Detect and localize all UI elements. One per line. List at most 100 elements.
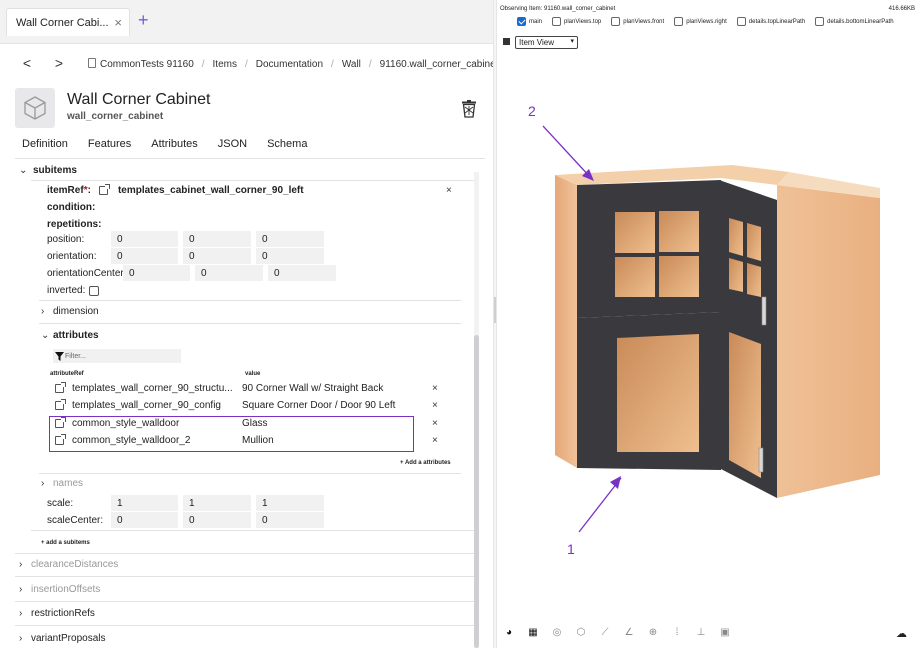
remove-attribute-icon[interactable]: × <box>432 383 438 394</box>
orientation-x-input[interactable]: 0 <box>111 248 178 264</box>
breadcrumb-separator: / <box>244 58 248 70</box>
remove-attribute-icon[interactable]: × <box>432 400 438 411</box>
orientation-z-input[interactable]: 0 <box>256 248 324 264</box>
breadcrumb-separator: / <box>331 58 334 70</box>
breadcrumb-items[interactable]: Items <box>213 59 237 70</box>
glass-pane <box>659 211 699 252</box>
restriction-refs-header[interactable]: › restrictionRefs <box>19 605 95 622</box>
tab-wall-corner-cabinet[interactable]: Wall Corner Cabi... × <box>6 8 130 36</box>
external-link-icon[interactable] <box>55 382 66 393</box>
hierarchy-icon[interactable]: ⊥ <box>695 626 707 638</box>
scale-y-input[interactable]: 1 <box>183 495 251 511</box>
divider <box>15 576 477 577</box>
tab-features[interactable]: Features <box>88 138 131 150</box>
insertion-offsets-label: insertionOffsets <box>31 584 101 595</box>
position-label: position: <box>47 234 85 245</box>
position-z-input[interactable]: 0 <box>256 231 324 247</box>
external-link-icon[interactable] <box>98 184 110 195</box>
trash-icon[interactable] <box>461 100 477 121</box>
inverted-label: inverted: <box>47 285 86 296</box>
glass-pane <box>615 212 655 253</box>
close-icon[interactable]: × <box>114 15 122 30</box>
tab-definition[interactable]: Definition <box>22 138 68 150</box>
position-y-input[interactable]: 0 <box>183 231 251 247</box>
page-subtitle: wall_corner_cabinet <box>67 111 164 122</box>
viewer-toolbar: ◕ ▦ ◎ ⬡ ⟋ ∠ ⊕ ⁞ ⊥ ▣ <box>503 626 731 638</box>
palette-icon[interactable]: ◕ <box>503 626 515 638</box>
breadcrumb-project[interactable]: CommonTests 91160 <box>88 58 194 70</box>
inverted-checkbox[interactable] <box>89 285 100 296</box>
viewer-pane: Observing Item: 91160.wall_corner_cabine… <box>497 0 921 648</box>
splitter-grip[interactable] <box>494 297 496 323</box>
attributes-header[interactable]: ⌄ attributes <box>41 327 99 344</box>
tab-schema[interactable]: Schema <box>267 138 307 150</box>
remove-attribute-icon[interactable]: × <box>432 435 438 446</box>
compass-icon[interactable]: ◎ <box>551 626 563 638</box>
scale-z-input[interactable]: 1 <box>256 495 324 511</box>
divider <box>15 601 477 602</box>
itemref-value[interactable]: templates_cabinet_wall_corner_90_left <box>118 185 304 196</box>
box-icon[interactable]: ⬡ <box>575 626 587 638</box>
divider <box>31 530 477 531</box>
variant-proposals-header[interactable]: › variantProposals <box>19 630 105 647</box>
orientation-center-z-input[interactable]: 0 <box>268 265 336 281</box>
external-link-icon[interactable] <box>55 399 66 410</box>
attribute-row: templates_wall_corner_90_structu... 90 C… <box>55 380 383 397</box>
scale-center-z-input[interactable]: 0 <box>256 512 324 528</box>
attribute-ref[interactable]: templates_wall_corner_90_structu... <box>72 383 242 394</box>
breadcrumb-current[interactable]: 91160.wall_corner_cabinet <box>380 59 493 70</box>
cabinet-render[interactable] <box>497 0 921 648</box>
orientation-y-input[interactable]: 0 <box>183 248 251 264</box>
add-attributes-button[interactable]: + Add a attributes <box>400 454 451 471</box>
chevron-right-icon: › <box>19 633 23 644</box>
dimension-header[interactable]: › dimension <box>41 303 99 320</box>
layers-icon[interactable]: ▣ <box>719 626 731 638</box>
attribute-ref[interactable]: templates_wall_corner_90_config <box>72 400 242 411</box>
add-subitems-button[interactable]: + add a subitems <box>41 534 90 551</box>
divider <box>15 553 477 554</box>
orientation-center-x-input[interactable]: 0 <box>123 265 190 281</box>
position-x-input[interactable]: 0 <box>111 231 178 247</box>
grid-icon[interactable]: ▦ <box>527 626 539 638</box>
scale-center-y-input[interactable]: 0 <box>183 512 251 528</box>
item-cube-icon <box>15 88 55 128</box>
attribute-row: templates_wall_corner_90_config Square C… <box>55 397 395 414</box>
names-header[interactable]: › names <box>41 475 83 492</box>
angle-icon[interactable]: ∠ <box>623 626 635 638</box>
back-icon[interactable]: < <box>18 54 36 72</box>
add-tab-icon[interactable]: + <box>138 10 149 30</box>
nav-row: < > CommonTests 91160 / Items / Document… <box>0 52 493 76</box>
remove-attribute-icon[interactable]: × <box>432 418 438 429</box>
cloud-download-icon[interactable]: ☁ <box>896 627 907 640</box>
document-icon <box>88 58 96 68</box>
tab-label: Wall Corner Cabi... <box>16 16 109 29</box>
orientation-center-y-input[interactable]: 0 <box>195 265 263 281</box>
names-label: names <box>53 478 84 489</box>
insertion-offsets-header[interactable]: › insertionOffsets <box>19 581 100 598</box>
divider <box>31 180 477 181</box>
remove-itemref-icon[interactable]: × <box>446 185 452 196</box>
filter-input[interactable]: Filter... <box>53 349 181 363</box>
dots-grid-icon[interactable]: ⁞ <box>671 626 683 638</box>
crosshair-icon[interactable]: ⊕ <box>647 626 659 638</box>
glass-pane <box>747 223 761 261</box>
right-side-panel <box>777 185 880 498</box>
glass-pane <box>617 334 699 452</box>
brush-icon[interactable]: ⟋ <box>599 626 611 638</box>
breadcrumb-separator: / <box>201 58 205 70</box>
scale-center-x-input[interactable]: 0 <box>111 512 178 528</box>
annotation-label-1: 1 <box>567 541 575 557</box>
breadcrumb-wall[interactable]: Wall <box>342 59 361 70</box>
forward-icon[interactable]: > <box>50 54 68 72</box>
door-handle <box>761 296 767 326</box>
tab-json[interactable]: JSON <box>218 138 247 150</box>
editor-pane: Wall Corner Cabi... × + < > CommonTests … <box>0 0 493 648</box>
scrollbar-thumb[interactable] <box>474 335 479 648</box>
breadcrumb-documentation[interactable]: Documentation <box>256 59 323 70</box>
chevron-down-icon: ⌄ <box>41 330 50 341</box>
scale-x-input[interactable]: 1 <box>111 495 178 511</box>
subitems-header[interactable]: ⌄ subitems <box>19 162 77 179</box>
clearance-distances-header[interactable]: › clearanceDistances <box>19 556 118 573</box>
tab-attributes[interactable]: Attributes <box>151 138 197 150</box>
glass-pane <box>729 258 743 292</box>
